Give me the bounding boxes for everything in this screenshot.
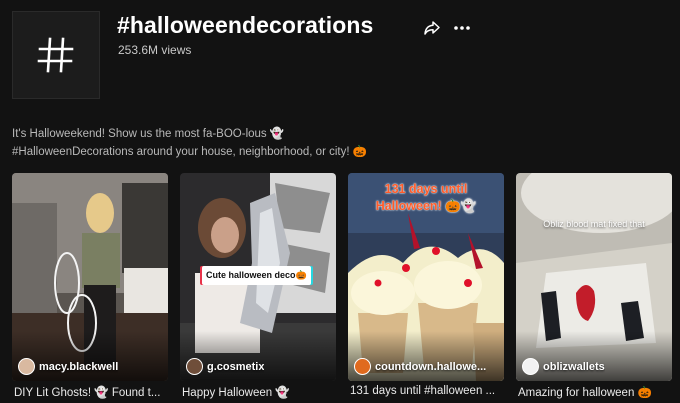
description-line-1: It's Halloweekend! Show us the most fa-B…	[12, 128, 285, 140]
video-caption[interactable]: Happy Halloween 👻	[182, 385, 338, 399]
video-card[interactable]: Obliz blood mat fixed that oblizwallets	[516, 173, 672, 381]
author-name: countdown.hallowe...	[375, 360, 487, 373]
video-card[interactable]: Cute halloween deco🎃 g.cosmetix	[180, 173, 336, 381]
video-card[interactable]: macy.blackwell	[12, 173, 168, 381]
video-overlay-text: 131 days until Halloween! 🎃👻	[375, 182, 477, 213]
share-button[interactable]	[422, 18, 442, 38]
share-icon	[424, 21, 440, 35]
video-caption[interactable]: Amazing for halloween 🎃	[518, 385, 674, 399]
hashtag-avatar	[12, 11, 100, 99]
avatar	[18, 358, 35, 375]
video-card[interactable]: 131 days until Halloween! 🎃👻 countdown.h…	[348, 173, 504, 381]
avatar	[354, 358, 371, 375]
view-count: 253.6M views	[118, 43, 192, 57]
author-name: macy.blackwell	[39, 360, 119, 373]
video-author[interactable]: oblizwallets	[522, 358, 605, 375]
hashtag-icon	[37, 37, 74, 73]
video-author[interactable]: macy.blackwell	[18, 358, 118, 375]
author-name: g.cosmetix	[207, 360, 265, 373]
video-caption[interactable]: 131 days until #halloween ...	[350, 385, 506, 397]
description-line-2: #HalloweenDecorations around your house,…	[12, 146, 368, 158]
video-overlay-text: Cute halloween deco🎃	[202, 266, 311, 285]
video-caption[interactable]: DIY Lit Ghosts! 👻 Found t...	[14, 385, 170, 399]
page-title: #halloweendecorations	[117, 12, 374, 38]
avatar	[522, 358, 539, 375]
hashtag-description: It's Halloweekend! Show us the most fa-B…	[12, 125, 472, 161]
author-name: oblizwallets	[543, 360, 605, 373]
hashtag-page: #halloweendecorations 253.6M views It's …	[0, 0, 680, 403]
avatar	[186, 358, 203, 375]
video-author[interactable]: g.cosmetix	[186, 358, 264, 375]
more-icon	[454, 26, 470, 30]
more-options-button[interactable]	[452, 18, 472, 38]
video-author[interactable]: countdown.hallowe...	[354, 358, 486, 375]
video-overlay-text: Obliz blood mat fixed that	[543, 219, 645, 229]
